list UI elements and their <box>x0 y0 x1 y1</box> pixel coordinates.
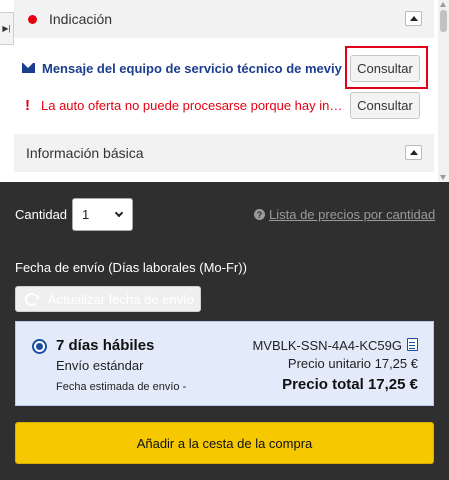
add-to-cart-button[interactable]: Añadir a la cesta de la compra <box>15 422 434 464</box>
consult-button[interactable]: Consultar <box>350 92 420 119</box>
delivery-days: 7 días hábiles <box>56 337 155 354</box>
total-price: Precio total 17,25 € <box>282 376 418 393</box>
collapse-sidebar-icon[interactable]: ▶| <box>0 12 14 45</box>
auto-offer-error-text[interactable]: La auto oferta no puede procesarse porqu… <box>41 98 342 113</box>
shipping-date-label: Fecha de envío (Días laborales (Mo-Fr)) <box>15 260 247 275</box>
warning-icon: ! <box>25 96 30 114</box>
radio-selected-dot <box>36 343 43 350</box>
chevron-down-icon <box>114 208 124 218</box>
shipping-type: Envío estándar <box>56 358 144 373</box>
list-item: ! La auto oferta no puede procesarse por… <box>14 88 434 122</box>
scroll-up-icon[interactable] <box>440 2 446 7</box>
envelope-icon <box>22 63 35 73</box>
price-list-link[interactable]: ? Lista de precios por cantidad <box>254 207 435 222</box>
indication-header[interactable]: Indicación <box>14 0 434 38</box>
indication-panel: ▶| Indicación Mensaje del equipo de serv… <box>0 0 449 182</box>
price-list-link-text[interactable]: Lista de precios por cantidad <box>269 207 435 222</box>
quantity-label: Cantidad <box>15 207 68 222</box>
estimated-ship-date: Fecha estimada de envío - <box>56 381 187 393</box>
alert-dot-icon <box>28 14 37 24</box>
copy-icon[interactable] <box>407 338 418 351</box>
indication-title: Indicación <box>49 11 113 27</box>
basic-info-title: Información básica <box>26 145 144 161</box>
chevron-up-icon <box>409 150 418 155</box>
chevron-up-icon <box>409 16 418 21</box>
scroll-down-icon[interactable] <box>440 175 446 180</box>
highlight-box <box>345 46 428 89</box>
part-number: MVBLK-SSN-4A4-KC59G <box>252 338 402 353</box>
quantity-value: 1 <box>82 207 90 222</box>
basic-info-collapse-button[interactable] <box>405 145 422 160</box>
refresh-shipping-date-button[interactable]: Actualizar fecha de envío <box>15 286 201 312</box>
basic-info-header[interactable]: Información básica <box>14 134 434 172</box>
unit-price: Precio unitario 17,25 € <box>287 356 418 371</box>
delivery-option-card[interactable]: 7 días hábiles Envío estándar Fecha esti… <box>15 321 434 406</box>
help-icon: ? <box>254 209 265 220</box>
quantity-select[interactable]: 1 <box>72 198 133 231</box>
indication-collapse-button[interactable] <box>405 11 422 26</box>
scrollbar[interactable] <box>438 0 449 182</box>
refresh-icon <box>25 292 40 306</box>
scrollbar-thumb[interactable] <box>440 10 447 32</box>
refresh-shipping-date-label: Actualizar fecha de envío <box>48 291 194 307</box>
delivery-radio[interactable] <box>32 339 47 354</box>
support-message-text[interactable]: Mensaje del equipo de servicio técnico d… <box>42 61 342 76</box>
